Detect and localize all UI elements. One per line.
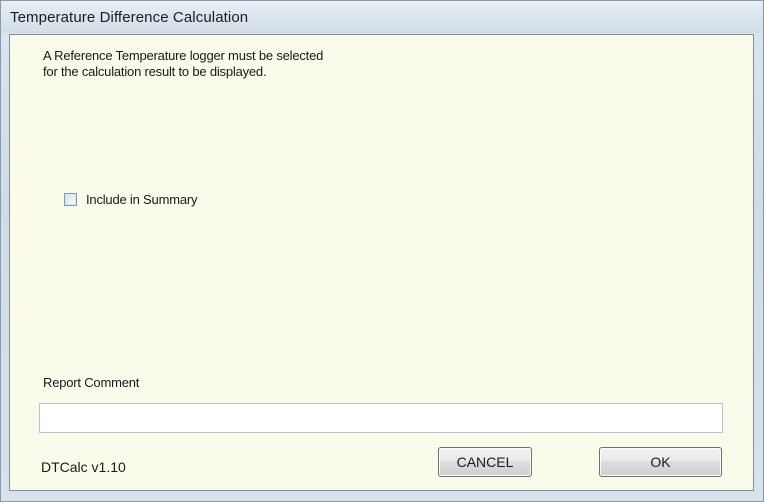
include-in-summary-label[interactable]: Include in Summary [86,192,197,207]
cancel-button[interactable]: CANCEL [438,447,532,477]
version-label: DTCalc v1.10 [41,459,126,475]
include-in-summary-checkbox[interactable] [64,192,77,206]
ok-button[interactable]: OK [599,447,722,477]
report-comment-label: Report Comment [43,375,140,390]
info-message-line-1: A Reference Temperature logger must be s… [43,48,324,63]
dialog-window: Temperature Difference Calculation A Ref… [0,0,764,502]
report-comment-input[interactable] [39,403,723,433]
window-title: Temperature Difference Calculation [10,9,249,26]
title-bar[interactable]: Temperature Difference Calculation [1,1,763,33]
info-message-line-2: for the calculation result to be display… [43,64,267,79]
include-in-summary-option[interactable]: Include in Summary [64,190,197,208]
info-message: A Reference Temperature logger must be s… [43,48,323,80]
